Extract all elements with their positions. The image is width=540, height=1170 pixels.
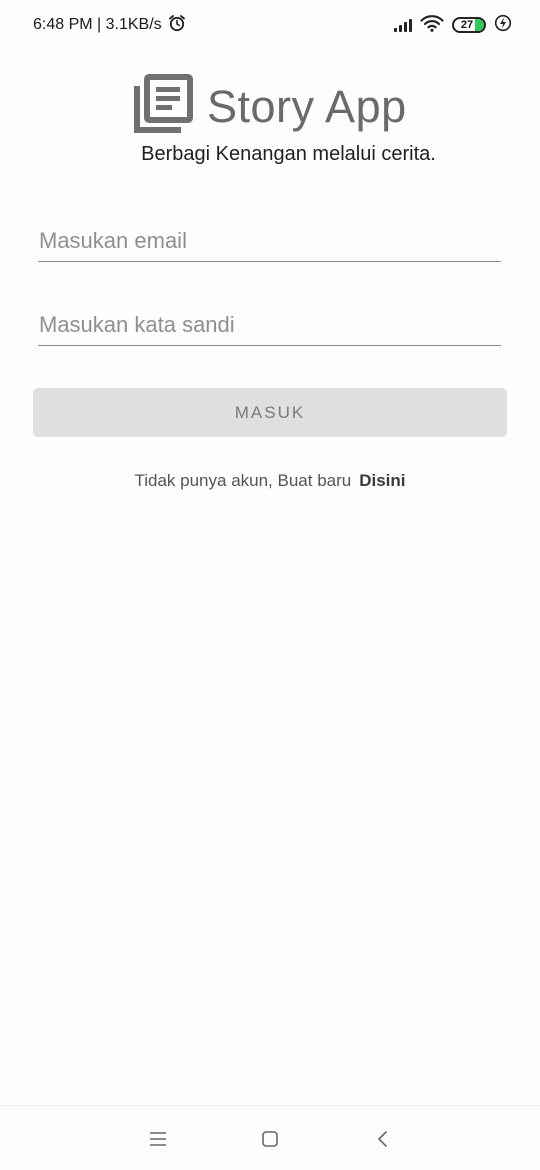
app-brand: Story App xyxy=(133,74,407,139)
wifi-icon xyxy=(420,14,444,37)
password-input[interactable] xyxy=(38,308,501,346)
battery-icon: 27 xyxy=(452,17,486,33)
app-tagline: Berbagi Kenangan melalui cerita. xyxy=(141,143,436,165)
charging-icon xyxy=(494,14,512,37)
status-time-speed: 6:48 PM | 3.1KB/s xyxy=(33,16,162,33)
status-left: 6:48 PM | 3.1KB/s xyxy=(33,14,186,37)
email-input[interactable] xyxy=(38,224,501,262)
status-right: 27 xyxy=(394,14,512,37)
register-link[interactable]: Disini xyxy=(359,471,405,491)
battery-level: 27 xyxy=(460,19,474,31)
app-title: Story App xyxy=(207,80,407,132)
login-button[interactable]: MASUK xyxy=(33,388,507,437)
register-text: Tidak punya akun, Buat baru xyxy=(134,471,352,490)
signal-icon xyxy=(394,18,412,32)
register-prompt: Tidak punya akun, Buat baru Disini xyxy=(0,471,540,491)
news-icon xyxy=(133,74,193,139)
login-screen: 6:48 PM | 3.1KB/s 27 Story App Berbagi K… xyxy=(0,0,540,1170)
system-nav-bar xyxy=(0,1105,540,1170)
back-icon[interactable] xyxy=(368,1126,398,1152)
menu-icon[interactable] xyxy=(143,1126,173,1152)
status-bar: 6:48 PM | 3.1KB/s 27 xyxy=(0,0,540,50)
home-icon[interactable] xyxy=(255,1126,285,1152)
alarm-icon xyxy=(168,14,186,37)
